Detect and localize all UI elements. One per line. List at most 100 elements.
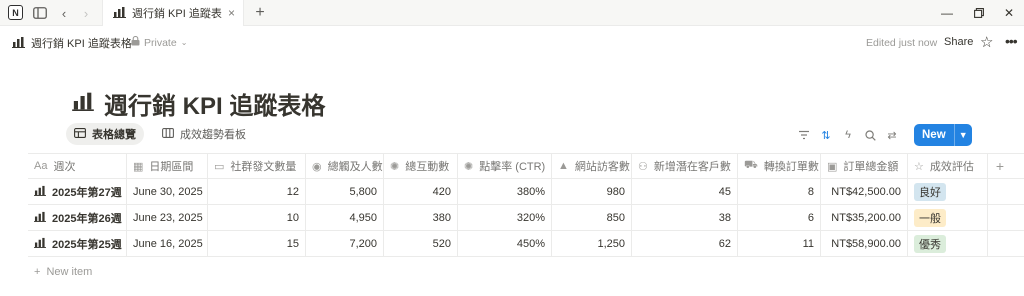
table-view-icon [74,127,86,141]
triangle-icon: ▲ [558,160,569,172]
interactions-cell[interactable]: 380 [384,205,458,230]
privacy-label: Private [144,36,177,49]
revenue-cell[interactable]: NT$58,900.00 [821,231,908,256]
visitors-cell[interactable]: 980 [552,179,632,204]
column-label: 週次 [53,161,76,173]
column-header-visitors[interactable]: ▲ 網站訪客數 [552,154,632,178]
more-options-icon[interactable]: ••• [1005,33,1018,49]
interactions-cell[interactable]: 520 [384,231,458,256]
week-cell[interactable]: 2025年第25週 [28,231,127,256]
ctr-cell[interactable]: 450% [458,231,552,256]
table-row[interactable]: 2025年第26週 June 23, 2025 10 4,950 380 320… [28,205,1024,231]
column-header-reach[interactable]: ◉ 總觸及人數 [306,154,384,178]
leads-cell[interactable]: 45 [632,179,738,204]
leads-cell[interactable]: 62 [632,231,738,256]
page-topbar: 週行銷 KPI 追蹤表格 Private ⌄ Edited just now S… [0,30,1024,56]
column-label: 總觸及人數 [327,161,383,173]
column-header-week[interactable]: Aa 週次 [28,154,127,178]
add-column-icon[interactable]: + [988,154,1012,178]
revenue-cell[interactable]: NT$35,200.00 [821,205,908,230]
cart-icon: ⛟ [744,159,758,171]
back-icon[interactable]: ‹ [54,3,74,23]
status-badge: 優秀 [914,234,946,253]
reach-cell[interactable]: 4,950 [306,205,384,230]
column-header-revenue[interactable]: ▣ 訂單總金額 [821,154,908,178]
week-cell[interactable]: 2025年第27週 [28,179,127,204]
column-header-posts[interactable]: ▭ 社群發文數量 [208,154,306,178]
table-row[interactable]: 2025年第25週 June 16, 2025 15 7,200 520 450… [28,231,1024,257]
restore-icon[interactable] [968,3,990,23]
orders-cell[interactable]: 11 [738,231,821,256]
tab-close-icon[interactable]: × [228,6,243,20]
click-icon: ✺ [464,160,474,173]
post-icon: ▭ [214,160,225,173]
table-row[interactable]: 2025年第27週 June 30, 2025 12 5,800 420 380… [28,179,1024,205]
visitors-cell[interactable]: 850 [552,205,632,230]
column-header-date[interactable]: ▦ 日期區間 [127,154,208,178]
search-icon[interactable] [862,125,878,145]
reach-cell[interactable]: 7,200 [306,231,384,256]
tab-label: 表格總覽 [92,129,136,141]
column-label: 新增潛在客戶數 [653,161,731,173]
ctr-cell[interactable]: 380% [458,179,552,204]
posts-cell[interactable]: 12 [208,179,306,204]
rating-cell[interactable]: 一般 [908,205,988,230]
close-window-icon[interactable]: ✕ [998,3,1020,23]
breadcrumb[interactable]: 週行銷 KPI 追蹤表格 [12,35,132,51]
column-label: 訂單總金額 [843,161,899,173]
chart-emoji-icon [34,211,46,225]
column-label: 點擊率 (CTR) [479,161,546,173]
chart-emoji-icon [72,90,94,118]
leads-cell[interactable]: 38 [632,205,738,230]
column-header-interactions[interactable]: ✺ 總互動數 [384,154,458,178]
column-label: 日期區間 [149,161,194,173]
revenue-cell[interactable]: NT$42,500.00 [821,179,908,204]
date-cell[interactable]: June 16, 2025 [127,231,208,256]
sidebar-toggle-icon[interactable] [30,3,50,23]
view-tabs: 表格總覽 成效趨勢看板 [66,123,254,145]
week-label: 2025年第25週 [52,238,122,251]
plus-icon: + [34,266,41,278]
chart-emoji-icon [113,6,126,21]
minimize-icon[interactable]: — [936,3,958,23]
calendar-icon: ▦ [133,160,144,173]
chevron-down-icon[interactable]: ▼ [953,124,972,146]
column-header-leads[interactable]: ⚇ 新增潛在客戶數 [632,154,738,178]
orders-cell[interactable]: 6 [738,205,821,230]
ctr-cell[interactable]: 320% [458,205,552,230]
interactions-cell[interactable]: 420 [384,179,458,204]
status-badge: 良好 [914,182,946,201]
tab-trend-board[interactable]: 成效趨勢看板 [154,123,254,145]
date-cell[interactable]: June 30, 2025 [127,179,208,204]
reach-cell[interactable]: 5,800 [306,179,384,204]
new-item-button[interactable]: + New item [34,266,92,278]
date-cell[interactable]: June 23, 2025 [127,205,208,230]
favorite-star-icon[interactable]: ☆ [980,33,993,51]
filter-icon[interactable] [796,125,812,145]
automation-icon[interactable]: ϟ [840,125,856,145]
orders-cell[interactable]: 8 [738,179,821,204]
forward-icon[interactable]: › [76,3,96,23]
privacy-selector[interactable]: Private ⌄ [131,35,187,49]
star-icon: ☆ [914,160,924,173]
settings-sliders-icon[interactable]: ⇄ [884,125,900,145]
posts-cell[interactable]: 15 [208,231,306,256]
tab-label: 成效趨勢看板 [180,129,246,141]
rating-cell[interactable]: 優秀 [908,231,988,256]
sort-icon[interactable]: ⇅ [818,125,834,145]
column-header-ctr[interactable]: ✺ 點擊率 (CTR) [458,154,552,178]
new-button[interactable]: New ▼ [914,124,972,146]
week-cell[interactable]: 2025年第26週 [28,205,127,230]
posts-cell[interactable]: 10 [208,205,306,230]
column-header-orders[interactable]: ⛟ 轉換訂單數 [738,154,821,178]
breadcrumb-label: 週行銷 KPI 追蹤表格 [31,38,132,50]
column-header-rating[interactable]: ☆ 成效評估 [908,154,988,178]
column-label: 網站訪客數 [574,161,630,173]
tab-table-overview[interactable]: 表格總覽 [66,123,144,145]
new-tab-button[interactable]: + [250,3,270,23]
chart-emoji-icon [12,36,25,51]
share-button[interactable]: Share [944,36,973,48]
browser-tab[interactable]: 週行銷 KPI 追蹤表格 | ... × [102,0,244,26]
rating-cell[interactable]: 良好 [908,179,988,204]
visitors-cell[interactable]: 1,250 [552,231,632,256]
